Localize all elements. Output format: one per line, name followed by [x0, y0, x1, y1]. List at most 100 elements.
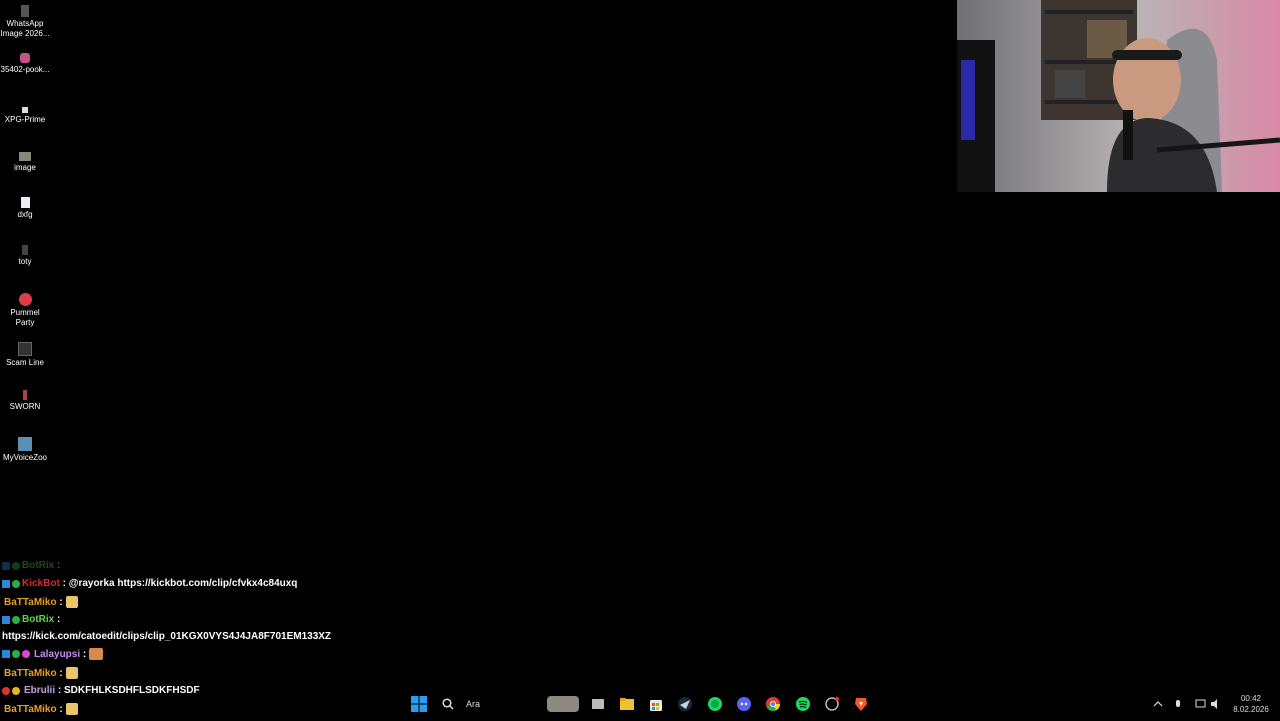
desktop-icon-xpg-prime[interactable]: XPG-Prime: [0, 103, 50, 125]
verified-badge-icon: [2, 650, 10, 658]
app-icon: [18, 437, 32, 451]
microphone-icon: [1176, 700, 1180, 707]
tray-icons: [1153, 699, 1217, 709]
chat-text: https://kick.com/catoedit/clips/clip_01K…: [2, 631, 332, 642]
chat-message: BaTTaMiko :: [2, 596, 78, 608]
desktop-icon-label: 35402-pook...: [0, 65, 50, 74]
whatsapp-icon: [708, 697, 722, 711]
desktop-icon-label: WhatsApp Image 2026...: [0, 19, 50, 38]
app-icon: [22, 107, 28, 113]
document-icon: [20, 197, 30, 208]
chat-text: @rayorka https://kickbot.com/clip/cfvkx4…: [68, 578, 298, 589]
desktop-icon-pummel-party[interactable]: Pummel Party: [0, 293, 50, 328]
store-icon: [650, 700, 662, 711]
chat-separator: :: [56, 596, 63, 608]
start-button[interactable]: [411, 696, 427, 712]
desktop-icon-label: Scam Line: [6, 358, 44, 367]
chat-separator: :: [54, 560, 64, 571]
desktop-icon-toty[interactable]: toty: [0, 245, 50, 267]
game-icon: [23, 390, 27, 400]
taskbar-file-explorer[interactable]: [619, 696, 635, 712]
image-file-icon: [19, 152, 31, 161]
task-view-icon: [592, 699, 604, 709]
moderator-badge-icon: [12, 615, 20, 624]
verified-badge-icon: [2, 579, 10, 588]
chat-username: BotRix: [22, 614, 55, 625]
desktop-icon-pook[interactable]: 35402-pook...: [0, 53, 50, 75]
chat-message: BotRix :: [2, 560, 63, 571]
chat-message: BaTTaMiko :: [2, 667, 78, 679]
desktop-icon-dxfg[interactable]: dxfg: [0, 197, 50, 220]
brave-icon: [855, 698, 867, 711]
taskbar-app[interactable]: [824, 696, 840, 712]
taskbar-brave[interactable]: [853, 696, 869, 712]
image-file-icon: [21, 5, 29, 17]
search-highlight-icon: [547, 696, 579, 712]
image-file-icon: [20, 53, 30, 63]
emote-icon: [65, 667, 78, 679]
discord-icon: [737, 697, 751, 711]
taskbar-store[interactable]: [648, 696, 664, 712]
verified-badge-icon: [2, 561, 10, 570]
taskbar-discord[interactable]: [736, 696, 752, 712]
chat-message: BotRix :: [2, 614, 60, 625]
desktop-icon-label: MyVoiceZoo: [2, 453, 48, 462]
folder-icon: [620, 698, 634, 710]
chat-username: BotRix: [22, 560, 55, 571]
taskbar-spotify[interactable]: [795, 696, 811, 712]
steam-icon: [678, 697, 692, 711]
taskbar-chrome[interactable]: [765, 696, 781, 712]
chat-separator: :: [80, 648, 87, 660]
settings-icon: [825, 697, 839, 711]
desktop-icon-whatsapp-image[interactable]: WhatsApp Image 2026...: [0, 5, 50, 39]
desktop-icon-label: SWORN: [9, 402, 41, 411]
chevron-up-icon: [1153, 701, 1163, 707]
chat-separator: :: [56, 667, 63, 679]
chat-username: BaTTaMiko: [4, 596, 57, 608]
verified-badge-icon: [2, 615, 10, 624]
desktop-icon-label: dxfg: [17, 210, 33, 219]
desktop-icon-label: image: [14, 163, 36, 172]
subscriber-badge-icon: [22, 650, 30, 658]
volume-icon: [1211, 699, 1217, 709]
moderator-badge-icon: [12, 579, 20, 588]
chat-username: BaTTaMiko: [4, 667, 57, 679]
taskbar-search-box[interactable]: Ara: [437, 694, 582, 714]
taskbar: [0, 688, 1280, 720]
webcam-feed: [957, 0, 1280, 192]
moderator-badge-icon: [12, 650, 20, 658]
chat-message-continuation: https://kick.com/catoedit/clips/clip_01K…: [2, 631, 331, 642]
chrome-icon: [766, 697, 780, 712]
chat-separator: :: [54, 614, 61, 625]
chat-message: KickBot : @rayorka https://kickbot.com/c…: [2, 578, 297, 589]
clock-time: 00:42: [1240, 694, 1262, 703]
emote-icon: [89, 648, 104, 660]
windows-start-icon: [411, 696, 427, 712]
search-icon: [442, 698, 454, 710]
emote-icon: [65, 596, 78, 608]
desktop-icon-sworn[interactable]: SWORN: [0, 390, 50, 412]
taskbar-whatsapp[interactable]: [707, 696, 723, 712]
desktop-icon-image[interactable]: image: [0, 152, 50, 173]
moderator-badge-icon: [12, 561, 20, 570]
game-icon: [18, 342, 32, 356]
chat-username: Lalayupsi: [34, 648, 81, 660]
desktop-icon-label: Pummel Party: [10, 308, 40, 327]
spotify-icon: [796, 697, 810, 711]
network-icon: [1195, 699, 1206, 708]
app-icon: [22, 245, 28, 255]
game-icon: [18, 293, 32, 306]
desktop-icon-scam-line[interactable]: Scam Line: [0, 342, 50, 368]
desktop-icon-label: toty: [18, 257, 32, 266]
desktop-icon-label: XPG-Prime: [4, 115, 46, 124]
chat-username: KickBot: [22, 578, 60, 589]
taskbar-clock[interactable]: 00:42 8.02.2026: [1228, 693, 1274, 715]
chat-separator: :: [59, 578, 69, 589]
desktop-icon-myvoicezoo[interactable]: MyVoiceZoo: [0, 437, 50, 463]
webcam-overlay: [957, 0, 1280, 192]
search-placeholder: Ara: [466, 699, 481, 709]
taskbar-steam[interactable]: [677, 696, 693, 712]
chat-message: Lalayupsi :: [2, 648, 104, 660]
system-tray: [1150, 692, 1220, 716]
taskbar-task-view[interactable]: [590, 696, 606, 712]
